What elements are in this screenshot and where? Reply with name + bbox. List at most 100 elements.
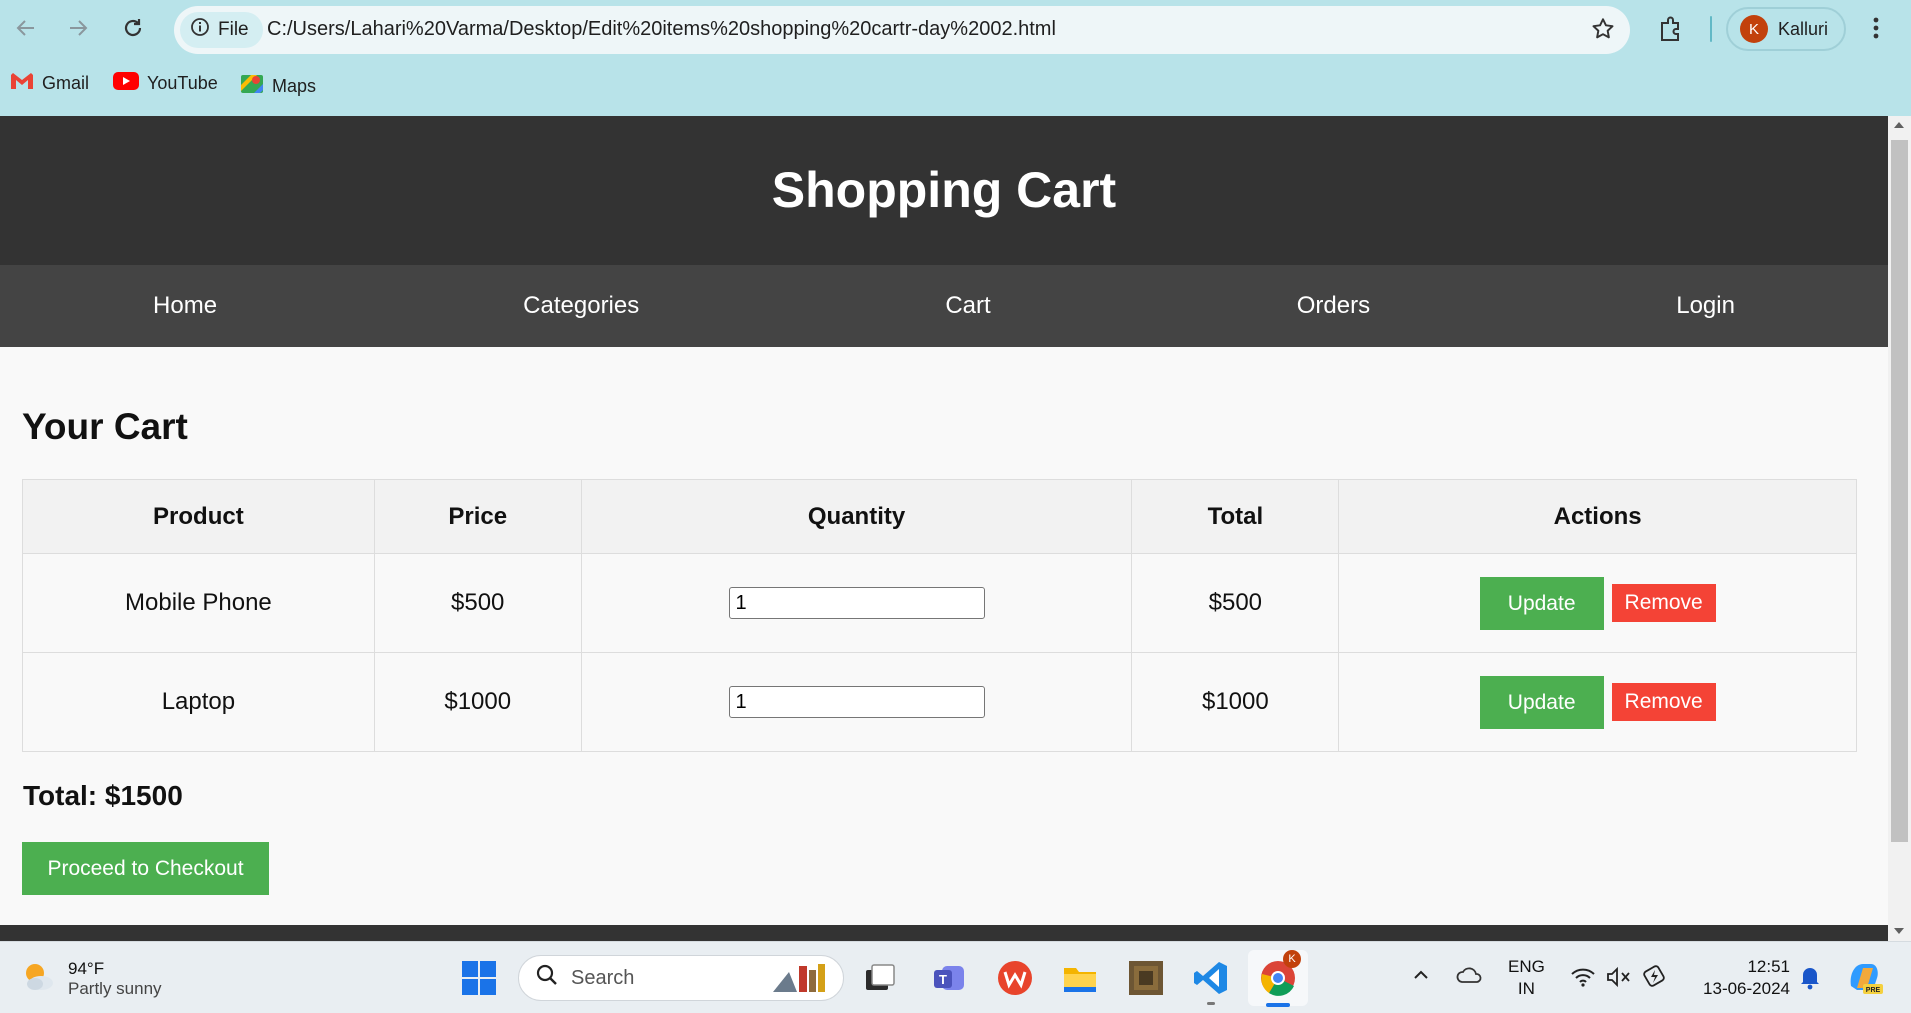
- scroll-thumb[interactable]: [1891, 140, 1908, 842]
- language-indicator[interactable]: ENG IN: [1508, 956, 1545, 1000]
- nav-link-home[interactable]: Home: [153, 292, 217, 320]
- checkout-button[interactable]: Proceed to Checkout: [22, 842, 269, 895]
- page-title: Shopping Cart: [771, 161, 1117, 218]
- bookmark-gmail[interactable]: Gmail: [10, 72, 89, 95]
- search-placeholder: Search: [571, 966, 635, 989]
- column-header-price: Price: [373, 479, 582, 554]
- nav-link-categories[interactable]: Categories: [523, 292, 639, 320]
- product-price: $500: [373, 553, 582, 653]
- svg-text:T: T: [939, 972, 947, 987]
- site-chip-label: File: [218, 19, 249, 40]
- scroll-up-arrow-icon[interactable]: [1894, 122, 1904, 128]
- vertical-scrollbar[interactable]: [1888, 116, 1911, 941]
- task-view-icon[interactable]: [862, 960, 898, 996]
- remove-button[interactable]: Remove: [1611, 683, 1716, 721]
- column-header-quantity: Quantity: [580, 479, 1133, 554]
- maps-icon: [240, 72, 264, 101]
- back-icon[interactable]: [6, 8, 46, 48]
- menu-kebab-icon[interactable]: [1868, 12, 1884, 49]
- taskbar-search[interactable]: Search: [518, 955, 844, 1001]
- reload-icon[interactable]: [113, 8, 153, 48]
- site-footer: [0, 925, 1888, 941]
- actions-cell: Update Remove: [1338, 553, 1857, 653]
- bookmark-label: YouTube: [147, 73, 218, 93]
- clock[interactable]: 12:51 13-06-2024: [1690, 956, 1790, 1000]
- weather-temperature: 94°F: [68, 958, 105, 978]
- column-header-total: Total: [1131, 479, 1340, 554]
- scroll-down-arrow-icon[interactable]: [1894, 928, 1904, 934]
- toolbar-separator: [1710, 16, 1712, 42]
- teams-icon[interactable]: T: [932, 960, 968, 996]
- bookmark-youtube[interactable]: YouTube: [113, 72, 218, 95]
- bookmark-label: Gmail: [42, 73, 90, 93]
- gmail-icon: [10, 72, 34, 95]
- bookmark-star-icon[interactable]: [1590, 16, 1616, 47]
- extensions-icon[interactable]: [1650, 9, 1690, 54]
- nav-link-cart[interactable]: Cart: [945, 292, 990, 320]
- region-code: IN: [1517, 979, 1535, 998]
- youtube-icon: [113, 72, 139, 95]
- volume-muted-icon[interactable]: [1606, 966, 1632, 993]
- column-header-product: Product: [22, 479, 375, 554]
- nav-link-login[interactable]: Login: [1676, 292, 1735, 320]
- quantity-input[interactable]: [728, 686, 985, 718]
- chrome-profile-badge: K: [1283, 950, 1301, 968]
- vscode-icon[interactable]: [1193, 960, 1229, 996]
- browser-chrome: File C:/Users/Lahari%20Varma/Desktop/Edi…: [0, 0, 1911, 116]
- wps-office-icon[interactable]: [997, 960, 1033, 996]
- windows-start-icon[interactable]: [461, 960, 497, 996]
- actions-cell: Update Remove: [1338, 652, 1857, 752]
- url-text[interactable]: C:/Users/Lahari%20Varma/Desktop/Edit%20i…: [267, 18, 1056, 41]
- search-icon: [535, 963, 559, 993]
- nav-link-orders[interactable]: Orders: [1297, 292, 1370, 320]
- file-explorer-icon[interactable]: [1062, 960, 1098, 996]
- language-code: ENG: [1508, 957, 1545, 976]
- bookmark-maps[interactable]: Maps: [240, 72, 316, 101]
- forward-icon[interactable]: [58, 8, 98, 48]
- battery-charging-icon[interactable]: [1642, 964, 1668, 993]
- info-icon: [190, 17, 210, 43]
- wifi-icon[interactable]: [1570, 966, 1596, 993]
- quantity-input[interactable]: [728, 587, 985, 619]
- product-price: $1000: [373, 652, 582, 752]
- table-row: Laptop $1000 $1000 UpdateRemove: [22, 652, 1857, 752]
- copilot-icon[interactable]: PRE: [1845, 958, 1883, 1001]
- notification-bell-icon[interactable]: [1798, 964, 1822, 995]
- product-name: Mobile Phone: [22, 553, 375, 653]
- address-bar[interactable]: File C:/Users/Lahari%20Varma/Desktop/Edi…: [174, 6, 1630, 54]
- update-button[interactable]: Update: [1479, 576, 1604, 630]
- onedrive-icon[interactable]: [1456, 964, 1484, 993]
- row-total: $500: [1131, 553, 1340, 653]
- profile-button[interactable]: K Kalluri: [1726, 7, 1846, 51]
- page-viewport: Shopping Cart Home Categories Cart Order…: [0, 116, 1888, 941]
- profile-name: Kalluri: [1778, 18, 1829, 39]
- table-header-row: Product Price Quantity Total Actions: [22, 479, 1857, 554]
- weather-widget[interactable]: 94°F Partly sunny: [18, 956, 162, 1001]
- taskbar: 94°F Partly sunny Search T K ENG IN 12:5…: [0, 941, 1911, 1013]
- cart-heading: Your Cart: [22, 406, 188, 447]
- main-nav: Home Categories Cart Orders Login: [0, 265, 1888, 347]
- clock-date: 13-06-2024: [1703, 979, 1790, 998]
- remove-button[interactable]: Remove: [1611, 584, 1716, 622]
- cart-table: Product Price Quantity Total Actions Mob…: [22, 479, 1857, 752]
- update-button[interactable]: Update: [1479, 675, 1604, 729]
- row-total: $1000: [1131, 652, 1340, 752]
- chevron-up-icon[interactable]: [1412, 966, 1430, 989]
- product-name: Laptop: [22, 652, 375, 752]
- svg-text:PRE: PRE: [1866, 987, 1881, 994]
- running-indicator: [1207, 1002, 1215, 1005]
- site-info-chip[interactable]: File: [180, 12, 263, 48]
- clock-time: 12:51: [1747, 957, 1790, 976]
- minecraft-icon[interactable]: [1128, 960, 1164, 996]
- weather-description: Partly sunny: [68, 978, 162, 998]
- cart-grand-total: Total: $1500: [23, 780, 183, 811]
- avatar: K: [1740, 15, 1768, 43]
- column-header-actions: Actions: [1338, 479, 1857, 554]
- partly-sunny-icon: [18, 956, 58, 1001]
- quantity-cell: [580, 553, 1133, 653]
- bookmark-label: Maps: [272, 76, 317, 96]
- search-highlight-icon: [769, 962, 833, 1002]
- quantity-cell: [580, 652, 1133, 752]
- table-row: Mobile Phone $500 $500 UpdateRemove: [22, 553, 1857, 653]
- site-header: Shopping Cart: [0, 116, 1888, 265]
